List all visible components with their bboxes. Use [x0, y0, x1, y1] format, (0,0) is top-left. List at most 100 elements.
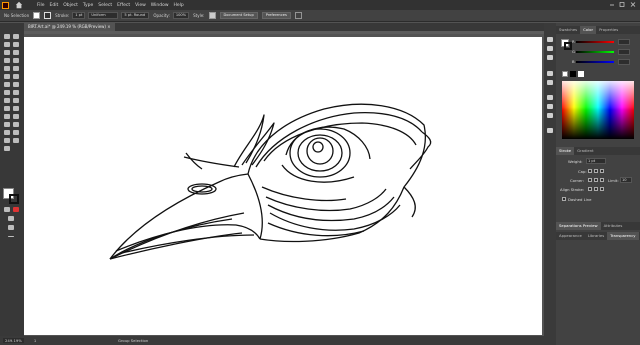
butt-cap-button[interactable]: [588, 169, 592, 173]
tab-stroke[interactable]: Stroke: [556, 147, 575, 155]
tab-attributes[interactable]: Attributes: [601, 222, 626, 230]
pen-tool-icon[interactable]: [4, 50, 10, 55]
app-logo-icon[interactable]: [2, 1, 9, 9]
tab-appearance[interactable]: Appearance: [556, 232, 585, 240]
variable-width-profile[interactable]: Uniform: [88, 12, 119, 19]
rectangle-tool-icon[interactable]: [4, 66, 10, 71]
scale-tool-icon[interactable]: [4, 90, 10, 95]
color-spectrum[interactable]: [562, 81, 634, 139]
menu-help[interactable]: Help: [174, 3, 184, 8]
zoom-level-field[interactable]: 249.19%: [3, 338, 24, 343]
slider-b[interactable]: B: [572, 59, 634, 65]
tab-properties[interactable]: Properties: [596, 26, 621, 34]
screen-mode-icon[interactable]: [8, 225, 14, 230]
pencil-tool-icon[interactable]: [13, 74, 19, 79]
limit-field[interactable]: 10: [620, 177, 632, 183]
blend-tool-icon[interactable]: [4, 122, 10, 127]
arrange-documents-icon[interactable]: [295, 12, 302, 19]
close-icon[interactable]: [629, 1, 637, 8]
document-setup-button[interactable]: Document Setup: [219, 12, 258, 19]
tab-color[interactable]: Color: [580, 26, 597, 34]
symbol-sprayer-tool-icon[interactable]: [13, 122, 19, 127]
align-center-button[interactable]: [588, 187, 592, 191]
bevel-join-button[interactable]: [600, 178, 604, 182]
fill-color-swatch[interactable]: [33, 12, 41, 19]
tab-swatches[interactable]: Swatches: [556, 26, 580, 34]
document-tab[interactable]: BIRT.Art.ai* @ 249.19 % (RGB/Preview) ×: [24, 23, 115, 31]
projecting-cap-button[interactable]: [600, 169, 604, 173]
lasso-tool-icon[interactable]: [13, 42, 19, 47]
bird-head-illustration[interactable]: [24, 37, 542, 335]
graphic-styles-panel-icon[interactable]: [547, 95, 553, 100]
slider-g[interactable]: G: [572, 49, 634, 55]
stroke-swatch[interactable]: [9, 194, 19, 204]
menu-file[interactable]: File: [37, 3, 45, 8]
brushes-panel-icon[interactable]: [547, 80, 553, 85]
preferences-button[interactable]: Preferences: [261, 12, 291, 19]
home-icon[interactable]: [15, 1, 23, 9]
color-stroke-swatch[interactable]: [564, 42, 572, 50]
tab-libraries[interactable]: Libraries: [585, 232, 607, 240]
tab-transparency[interactable]: Transparency: [607, 232, 639, 240]
dashed-line-checkbox[interactable]: [562, 197, 566, 201]
menu-select[interactable]: Select: [98, 3, 112, 8]
type-tool-icon[interactable]: [4, 58, 10, 63]
round-cap-button[interactable]: [594, 169, 598, 173]
mesh-tool-icon[interactable]: [13, 106, 19, 111]
layers-panel-icon[interactable]: [547, 55, 553, 60]
gradient-tool-icon[interactable]: [4, 114, 10, 119]
menu-object[interactable]: Object: [63, 3, 78, 8]
canvas-area[interactable]: [24, 34, 556, 336]
eraser-tool-icon[interactable]: [4, 82, 10, 87]
draw-mode-icon[interactable]: [8, 216, 14, 221]
magic-wand-tool-icon[interactable]: [4, 42, 10, 47]
none-swatch[interactable]: [562, 71, 568, 77]
round-join-button[interactable]: [594, 178, 598, 182]
menu-effect[interactable]: Effect: [117, 3, 130, 8]
hand-tool-icon[interactable]: [13, 138, 19, 143]
color-mode-icon[interactable]: [4, 207, 10, 212]
stroke-color-swatch[interactable]: [44, 12, 52, 19]
minimize-icon[interactable]: [608, 1, 616, 8]
slice-tool-icon[interactable]: [4, 138, 10, 143]
weight-field[interactable]: 1 pt: [586, 158, 606, 164]
artboard[interactable]: [24, 37, 542, 335]
close-tab-icon[interactable]: ×: [107, 24, 110, 29]
none-color-icon[interactable]: [13, 207, 19, 212]
shape-builder-tool-icon[interactable]: [13, 98, 19, 103]
tab-gradient[interactable]: Gradient: [574, 147, 597, 155]
brush-definition[interactable]: 5 pt. Round: [121, 12, 150, 19]
curvature-tool-icon[interactable]: [13, 50, 19, 55]
stroke-weight-field[interactable]: 1 pt: [72, 12, 86, 19]
eyedropper-tool-icon[interactable]: [13, 114, 19, 119]
properties-panel-icon[interactable]: [547, 46, 553, 51]
libraries-panel-icon[interactable]: [547, 37, 553, 42]
menu-window[interactable]: Window: [151, 3, 169, 8]
menu-view[interactable]: View: [135, 3, 146, 8]
perspective-grid-tool-icon[interactable]: [4, 106, 10, 111]
artboard-tool-icon[interactable]: [13, 130, 19, 135]
column-graph-tool-icon[interactable]: [4, 130, 10, 135]
menu-edit[interactable]: Edit: [50, 3, 59, 8]
opacity-field[interactable]: 100%: [172, 12, 190, 19]
white-swatch[interactable]: [578, 71, 584, 77]
black-swatch[interactable]: [570, 71, 576, 77]
paintbrush-tool-icon[interactable]: [13, 66, 19, 71]
align-inside-button[interactable]: [594, 187, 598, 191]
navigator-panel-icon[interactable]: [547, 104, 553, 109]
symbols-panel-icon[interactable]: [547, 71, 553, 76]
miter-join-button[interactable]: [588, 178, 592, 182]
artboard-navigation[interactable]: 1: [34, 338, 36, 343]
align-outside-button[interactable]: [600, 187, 604, 191]
selection-tool-icon[interactable]: [4, 34, 10, 39]
width-tool-icon[interactable]: [13, 90, 19, 95]
menu-type[interactable]: Type: [83, 3, 93, 8]
tab-separations-preview[interactable]: Separations Preview: [556, 222, 601, 230]
slider-r[interactable]: R: [572, 39, 634, 45]
zoom-tool-icon[interactable]: [4, 146, 10, 151]
align-panel-icon[interactable]: [547, 128, 553, 133]
shaper-tool-icon[interactable]: [4, 74, 10, 79]
direct-selection-tool-icon[interactable]: [13, 34, 19, 39]
line-tool-icon[interactable]: [13, 58, 19, 63]
edit-toolbar-icon[interactable]: [8, 234, 14, 239]
